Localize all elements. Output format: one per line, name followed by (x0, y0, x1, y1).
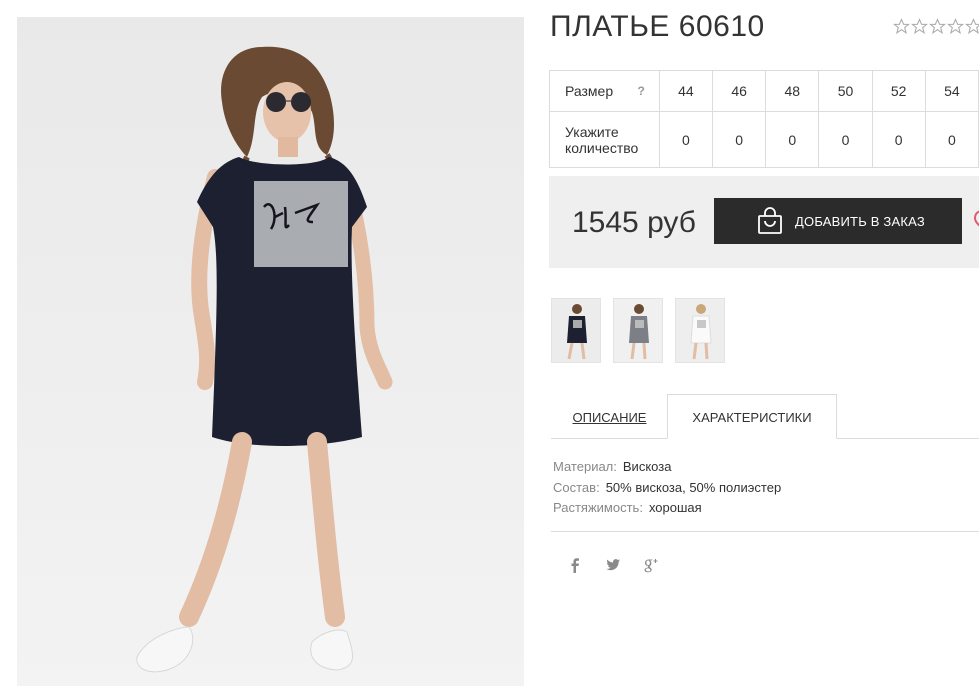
characteristic-row: Растяжимость: хорошая (553, 498, 781, 519)
facebook-icon[interactable] (566, 556, 584, 574)
thumbnail-grey-dress[interactable] (613, 298, 663, 363)
divider (551, 531, 979, 532)
characteristics-list: Материал: Вискоза Состав: 50% вискоза, 50%… (553, 457, 781, 519)
thumbnail-gallery (551, 298, 725, 363)
product-title: ПЛАТЬЕ 60610 (550, 10, 765, 43)
size-label: Размер (565, 83, 614, 99)
quantity-label-line1: Укажите (565, 123, 619, 140)
thumbnail-white-dress[interactable] (675, 298, 725, 363)
quantity-label-cell: Укажите количество (549, 111, 660, 168)
size-value: 50 (818, 70, 873, 112)
size-value: 54 (924, 70, 979, 112)
characteristic-row: Состав: 50% вискоза, 50% полиэстер (553, 478, 781, 499)
twitter-icon[interactable] (604, 556, 622, 574)
characteristic-key: Растяжимость: (553, 500, 643, 515)
shopping-bag-icon (758, 207, 782, 234)
google-plus-icon[interactable] (642, 556, 660, 574)
quantity-input[interactable]: 0 (924, 111, 979, 168)
quantity-input[interactable]: 0 (871, 111, 926, 168)
add-to-order-button[interactable]: ДОБАВИТЬ В ЗАКАЗ (714, 198, 962, 244)
product-tabs: ОПИСАНИЕ ХАРАКТЕРИСТИКИ (551, 394, 979, 439)
size-label-cell: Размер ? (549, 70, 660, 112)
size-row: Размер ? 44 46 48 50 52 54 (549, 70, 979, 112)
characteristic-value: хорошая (648, 500, 702, 515)
quantity-input[interactable]: 0 (818, 111, 873, 168)
size-table: Размер ? 44 46 48 50 52 54 Укажите колич… (549, 70, 979, 168)
add-to-order-label: ДОБАВИТЬ В ЗАКАЗ (795, 214, 925, 229)
characteristic-key: Состав: (553, 479, 600, 495)
size-value: 46 (712, 70, 767, 112)
star-icon[interactable] (911, 18, 928, 35)
quantity-input[interactable]: 0 (712, 111, 767, 168)
thumbnail-black-dress[interactable] (551, 298, 601, 363)
product-main-photo[interactable] (17, 17, 524, 686)
help-icon[interactable]: ? (637, 84, 644, 98)
star-icon[interactable] (893, 18, 910, 35)
characteristic-key: Материал: (553, 459, 617, 474)
social-share (566, 556, 660, 574)
tab-description[interactable]: ОПИСАНИЕ (551, 394, 668, 439)
price: 1545 руб (572, 206, 696, 239)
tab-characteristics[interactable]: ХАРАКТЕРИСТИКИ (667, 394, 837, 439)
star-icon[interactable] (929, 18, 946, 35)
quantity-row: Укажите количество 0 0 0 0 0 0 (549, 111, 979, 168)
heart-icon[interactable] (973, 207, 979, 231)
quantity-input[interactable]: 0 (765, 111, 820, 168)
price-box: 1545 руб ДОБАВИТЬ В ЗАКАЗ (549, 176, 979, 268)
star-icon[interactable] (965, 18, 979, 35)
characteristic-row: Материал: Вискоза (553, 457, 781, 478)
star-icon[interactable] (947, 18, 964, 35)
rating[interactable] (893, 18, 979, 35)
characteristic-value: Вискоза (622, 459, 672, 474)
size-value: 52 (871, 70, 926, 112)
characteristic-value: 50% вискоза, 50% полиэстер (605, 479, 782, 495)
size-value: 44 (658, 70, 714, 112)
quantity-input[interactable]: 0 (658, 111, 714, 168)
size-value: 48 (765, 70, 820, 112)
quantity-label-line2: количество (565, 139, 639, 156)
